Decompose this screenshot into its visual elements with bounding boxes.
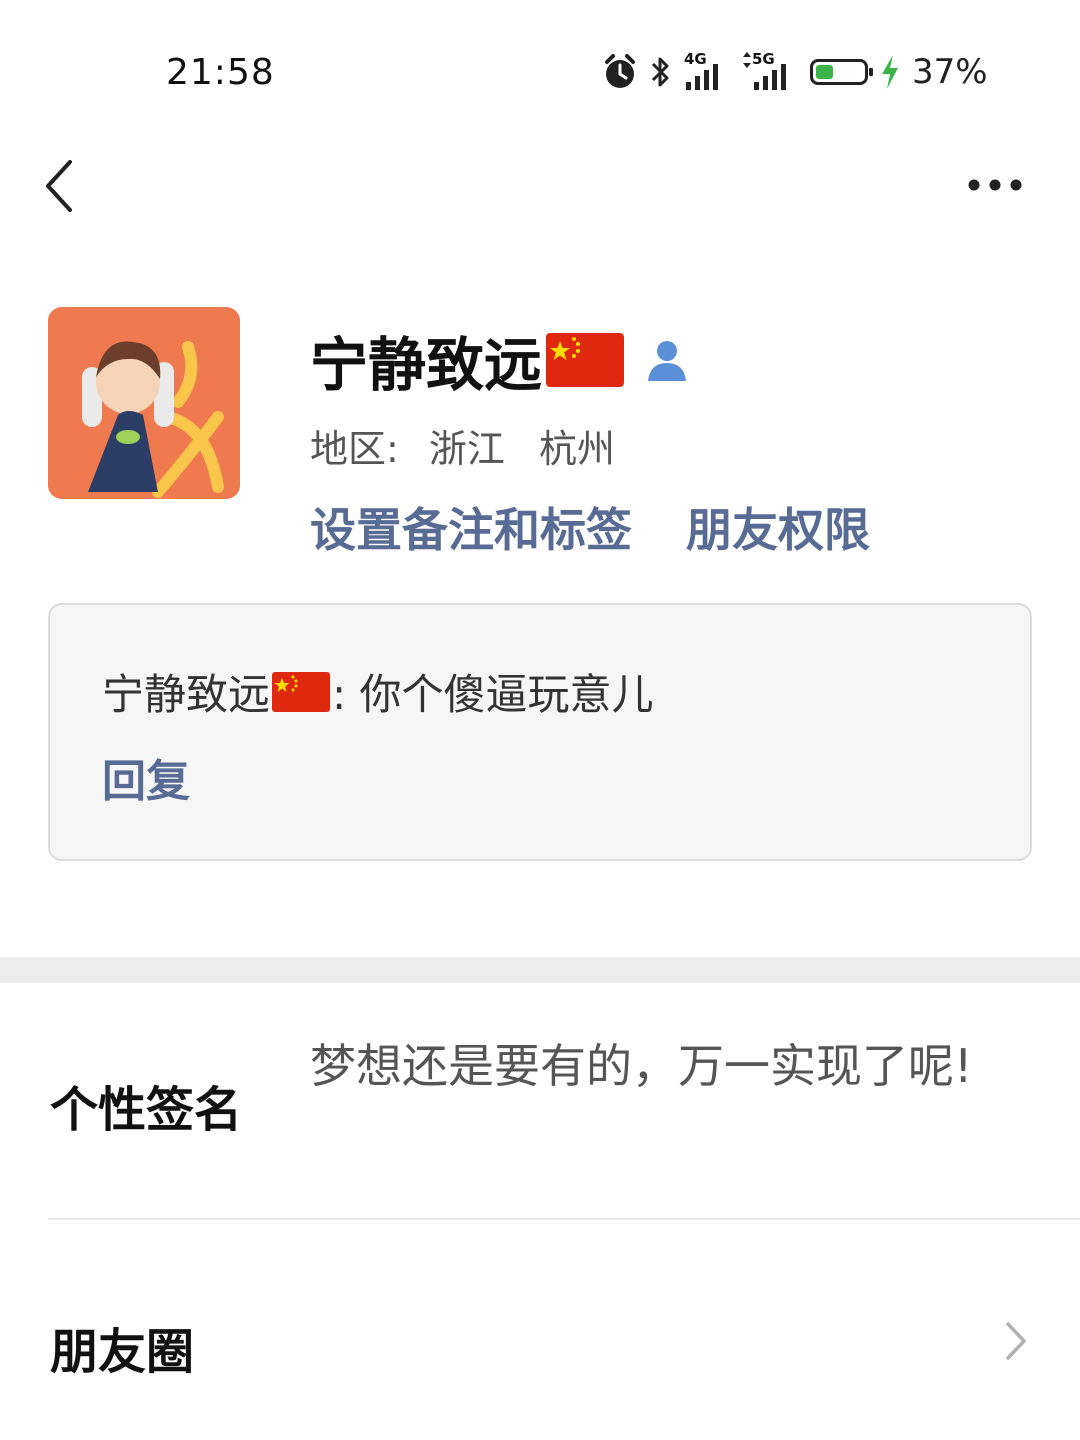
signature-label: 个性签名 (50, 1082, 243, 1138)
reply-link[interactable]: 回复 (102, 745, 190, 809)
avatar-illustration (48, 307, 240, 499)
region-province: 浙江 (428, 427, 505, 471)
signal-5g-icon: 5G (742, 52, 798, 92)
avatar[interactable] (48, 307, 240, 499)
message-line: 宁静致远 : 你个傻逼玩意儿 (102, 661, 654, 722)
friend-permission-link[interactable]: 朋友权限 (686, 494, 870, 560)
message-content: : 你个傻逼玩意儿 (332, 670, 654, 719)
china-flag-icon (272, 671, 331, 712)
more-icon[interactable] (960, 170, 1030, 200)
region-text: 地区: 浙江 杭州 (310, 418, 623, 473)
battery-percent: 37% (912, 52, 988, 92)
chevron-right-icon[interactable] (1000, 1318, 1030, 1364)
moments-label[interactable]: 朋友圈 (50, 1312, 194, 1382)
message-card: 宁静致远 : 你个傻逼玩意儿 回复 (48, 603, 1032, 861)
alarm-icon (605, 54, 635, 88)
china-flag-icon (546, 333, 625, 387)
section-divider (0, 957, 1080, 983)
battery-icon (810, 59, 873, 85)
charging-icon (882, 55, 898, 89)
profile-name-text: 宁静致远 (310, 331, 543, 399)
status-time: 21:58 (166, 52, 275, 93)
row-divider (48, 1218, 1080, 1220)
region-label: 地区: (310, 427, 399, 471)
signature-text: 梦想还是要有的，万一实现了呢! (310, 1039, 973, 1093)
contact-icon (648, 341, 687, 381)
chevron-left-icon[interactable] (36, 156, 86, 216)
message-sender: 宁静致远 (102, 670, 271, 719)
set-remark-link[interactable]: 设置备注和标签 (310, 494, 632, 560)
profile-name: 宁静致远 (310, 318, 690, 402)
bluetooth-icon (651, 57, 669, 87)
region-city: 杭州 (539, 427, 616, 471)
status-icons: 4G 5G 37% (602, 48, 988, 96)
battery-fill (816, 65, 834, 79)
signal-4g-icon: 4G (684, 52, 730, 92)
profile-actions: 设置备注和标签 朋友权限 (310, 494, 870, 560)
